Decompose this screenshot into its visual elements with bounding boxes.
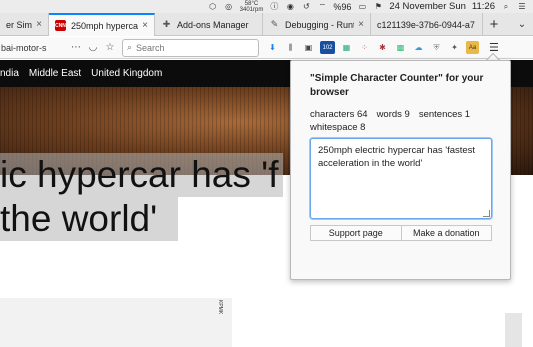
popup-buttons: Support page Make a donation (310, 225, 492, 241)
eye-icon[interactable]: ◉ (285, 2, 295, 11)
page-scrollbar[interactable] (505, 313, 522, 347)
nav-link-middle-east[interactable]: Middle East (29, 68, 81, 79)
text-input-area[interactable]: 250mph electric hypercar has 'fastest ac… (310, 138, 492, 219)
download-icon[interactable]: ⬇ (266, 41, 279, 54)
flag-icon[interactable]: ⚑ (373, 2, 383, 11)
tab-label: er Simple (6, 19, 33, 30)
menubar-time[interactable]: 11:26 (472, 1, 495, 12)
words-count: words 9 (376, 109, 410, 120)
tab-label: Debugging - Runtime (285, 19, 354, 30)
url-bar[interactable]: bai-motor-s ⋯ ◡ ☆ (0, 39, 116, 57)
puzzle-piece-icon: ✚ (162, 19, 171, 29)
tab-label: Add-ons Manager (177, 19, 249, 30)
notification-center-icon[interactable]: ☰ (517, 2, 527, 11)
toolbar-icons: ⬇ ⫼ ▣ 102 ▦ ⁘ ✱ ▩ ☁ ⛨ ✦ Aa (266, 41, 479, 54)
tab-cnn-hypercar[interactable]: CNN 250mph hypercar has × (49, 13, 155, 36)
extension-pin-icon[interactable]: ✦ (448, 41, 461, 54)
extension-badge-icon[interactable]: 102 (320, 41, 335, 54)
tab-label: 250mph hypercar has (71, 20, 139, 31)
tab-addons-manager[interactable]: ✚ Add-ons Manager (155, 13, 263, 36)
nav-link-india[interactable]: ndia (0, 68, 19, 79)
pocket-icon[interactable]: ◡ (87, 42, 99, 53)
menubar-date[interactable]: 24 November Sun (389, 1, 466, 12)
url-text: bai-motor-s (1, 42, 47, 53)
hamburger-menu-icon[interactable]: ☰ (489, 41, 499, 54)
list-all-tabs-icon[interactable]: ⌄ (511, 13, 533, 35)
dropbox-icon[interactable]: ⬡ (208, 2, 218, 11)
extension-shield-icon[interactable]: ⛨ (430, 41, 443, 54)
search-placeholder: Search (136, 42, 165, 53)
macos-menubar: ⬡ ◎ 58°C 3401rpm ⓘ ◉ ↺ ⌔ %96 ▭ ⚑ 24 Nove… (0, 0, 533, 13)
fan-speed-value: 3401rpm (239, 6, 264, 13)
sync-icon[interactable]: ◎ (224, 2, 234, 11)
wrench-icon: ✎ (270, 19, 279, 29)
system-monitor[interactable]: 58°C 3401rpm (240, 1, 264, 13)
new-tab-button[interactable]: + (483, 13, 505, 35)
spotlight-search-icon[interactable]: ⌕ (501, 2, 511, 11)
search-icon: ⌕ (127, 42, 133, 52)
nav-link-united-kingdom[interactable]: United Kingdom (91, 68, 162, 79)
characters-count: characters 64 (310, 109, 368, 120)
close-icon[interactable]: × (142, 20, 148, 31)
battery-percentage[interactable]: %96 (333, 2, 351, 12)
accessibility-icon[interactable]: ⓘ (269, 2, 279, 11)
battery-icon: ▭ (358, 2, 367, 11)
popup-stats: characters 64 words 9 sentences 1 whitespa… (310, 108, 500, 134)
extension-cloud-icon[interactable]: ☁ (412, 41, 425, 54)
extension-chart-icon[interactable]: ▦ (340, 41, 353, 54)
wifi-icon[interactable]: ⌔ (317, 2, 327, 11)
sentences-count: sentences 1 (418, 109, 471, 120)
textarea-value: 250mph electric hypercar has 'fastest ac… (318, 145, 476, 169)
whitespace-count: whitespace 8 (310, 122, 366, 133)
headline-line-1: ic hypercar has 'f (0, 153, 283, 197)
resize-handle-icon[interactable] (483, 210, 490, 217)
close-icon[interactable]: × (36, 19, 42, 30)
article-headline: ic hypercar has 'f the world' (0, 153, 283, 241)
navigation-toolbar: bai-motor-s ⋯ ◡ ☆ ⌕ Search ⬇ ⫼ ▣ 102 ▦ ⁘… (0, 37, 533, 59)
tab-simple-character-counter[interactable]: er Simple × (0, 13, 49, 36)
close-icon[interactable]: × (358, 19, 364, 30)
make-donation-button[interactable]: Make a donation (401, 225, 492, 241)
tab-debugging-runtime[interactable]: ✎ Debugging - Runtime × (263, 13, 371, 36)
cnn-logo-icon: CNN (55, 20, 66, 31)
support-page-button[interactable]: Support page (310, 225, 402, 241)
character-counter-extension-icon[interactable]: Aa (466, 41, 479, 54)
extension-gear-icon[interactable]: ✱ (376, 41, 389, 54)
character-counter-popup: "Simple Character Counter" for your brow… (290, 60, 511, 280)
extension-grid-icon[interactable]: ▩ (394, 41, 407, 54)
headline-line-2: the world' (0, 197, 178, 241)
library-icon[interactable]: ⫼ (284, 41, 297, 54)
bookmark-star-icon[interactable]: ☆ (104, 42, 116, 53)
time-machine-icon[interactable]: ↺ (301, 2, 311, 11)
sidebar-icon[interactable]: ▣ (302, 41, 315, 54)
extension-dots-icon[interactable]: ⁘ (358, 41, 371, 54)
more-dots-icon[interactable]: ⋯ (70, 42, 82, 53)
popup-title: "Simple Character Counter" for your brow… (310, 73, 484, 98)
tab-label: c121139e-37b6-0944-a7 (377, 19, 475, 30)
ad-placeholder (0, 298, 232, 347)
search-box[interactable]: ⌕ Search (122, 38, 259, 57)
vertical-credit: KPMK (217, 300, 223, 315)
tab-strip: er Simple × CNN 250mph hypercar has × ✚ … (0, 13, 533, 36)
tab-extension-uuid[interactable]: c121139e-37b6-0944-a7 (371, 13, 483, 36)
